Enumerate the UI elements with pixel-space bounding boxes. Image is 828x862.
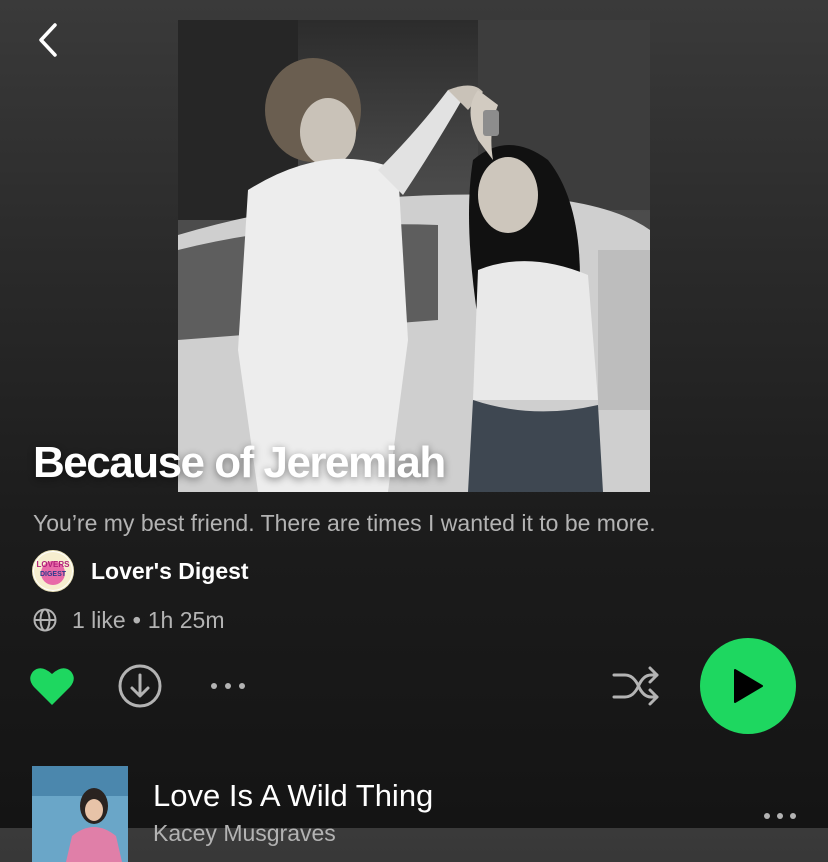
chevron-left-icon <box>39 23 57 57</box>
shuffle-icon <box>612 666 659 706</box>
track-title: Love Is A Wild Thing <box>153 778 434 813</box>
playlist-owner[interactable]: LOVERS DIGEST Lover's Digest <box>32 550 249 592</box>
shuffle-button[interactable] <box>610 662 662 710</box>
track-artist: Kacey Musgraves <box>153 820 336 846</box>
heart-filled-icon <box>30 668 74 705</box>
lovers-digest-logo: LOVERS DIGEST <box>34 552 72 590</box>
play-icon <box>734 669 763 703</box>
owner-name: Lover's Digest <box>91 557 249 584</box>
meta-separator: • <box>132 606 141 633</box>
like-button[interactable] <box>28 662 76 710</box>
likes-count: 1 like <box>72 606 126 633</box>
playlist-duration: 1h 25m <box>147 606 225 633</box>
svg-text:DIGEST: DIGEST <box>40 571 67 578</box>
more-options-button[interactable] <box>204 670 252 702</box>
globe-icon <box>33 608 57 632</box>
playlist-meta: 1 like • 1h 25m <box>32 603 224 637</box>
more-horizontal-icon <box>211 683 245 689</box>
track-row[interactable]: Love Is A Wild Thing Kacey Musgraves <box>0 766 828 862</box>
play-button[interactable] <box>700 638 796 734</box>
svg-text:LOVERS: LOVERS <box>37 560 71 569</box>
track-artwork <box>32 766 128 862</box>
playlist-cover-image <box>178 20 650 492</box>
owner-avatar: LOVERS DIGEST <box>32 550 74 592</box>
back-button[interactable] <box>28 20 68 60</box>
track-more-button[interactable] <box>756 804 804 828</box>
playlist-title: Because of Jeremiah <box>33 438 446 487</box>
more-horizontal-icon <box>764 813 796 819</box>
playlist-description: You’re my best friend. There are times I… <box>33 510 656 536</box>
download-button[interactable] <box>116 662 164 710</box>
download-circle-icon <box>118 664 162 708</box>
